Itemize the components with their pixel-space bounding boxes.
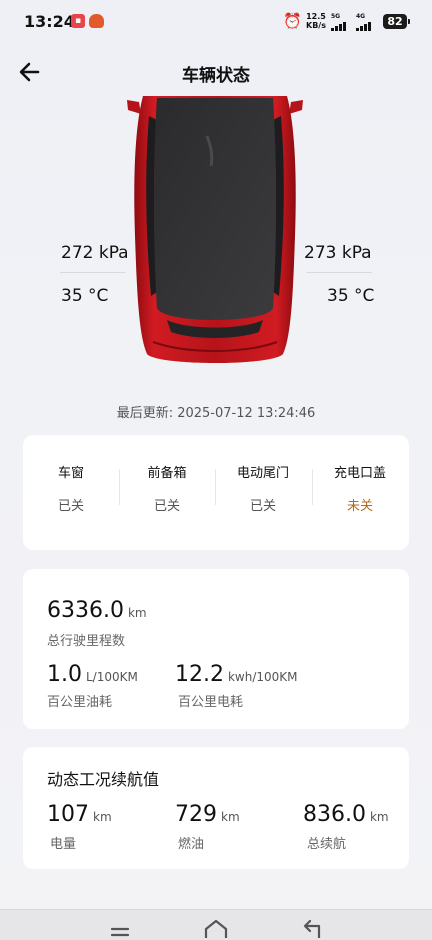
- tire-right-divider: [306, 272, 372, 273]
- energy-consumption-value: 12.2: [175, 662, 224, 687]
- return-button[interactable]: [294, 916, 330, 940]
- odometer-value: 6336.0: [47, 598, 124, 623]
- tire-left-temperature: 35 °C: [61, 286, 109, 306]
- energy-consumption-unit: kwh/100KM: [227, 670, 298, 684]
- odometer-label: 总行驶里程数: [47, 634, 126, 649]
- status-value: 已关: [153, 499, 180, 514]
- range-electric-value: 107: [47, 802, 89, 827]
- fuel-consumption-value: 1.0: [47, 662, 82, 687]
- energy-consumption-reading: 12.2 kwh/100KM: [175, 662, 298, 687]
- range-total-reading: 836.0 km: [303, 802, 389, 827]
- alarm-icon: ⏰: [283, 12, 302, 30]
- closure-status-card: 车窗 已关 前备箱 已关 电动尾门 已关 充电口盖 未关: [23, 435, 409, 550]
- range-total-value: 836.0: [303, 802, 366, 827]
- status-name: 电动尾门: [236, 466, 289, 481]
- menu-icon: [110, 927, 130, 937]
- mileage-card: 6336.0 km 总行驶里程数 1.0 L/100KM 百公里油耗 12.2 kwh…: [23, 569, 409, 729]
- car-top-view: [127, 96, 303, 368]
- status-tailgate: 电动尾门 已关: [215, 462, 311, 514]
- notification-app-icon-2: [89, 14, 104, 28]
- last-update-time: 最后更新: 2025-07-12 13:24:46: [116, 406, 316, 421]
- signal-5g-label: 5G: [331, 13, 341, 20]
- battery-icon: 82: [383, 14, 410, 29]
- status-charge-port: 充电口盖 未关: [312, 462, 408, 514]
- status-name: 充电口盖: [333, 466, 386, 481]
- range-title: 动态工况续航值: [47, 770, 160, 789]
- range-card: 动态工况续航值 107 km 电量 729 km 燃油 836.0 km 总续航: [23, 747, 409, 869]
- fuel-consumption-unit: L/100KM: [86, 670, 138, 684]
- range-fuel-label: 燃油: [178, 837, 205, 852]
- energy-consumption-label: 百公里电耗: [178, 695, 244, 710]
- page-title: 车辆状态: [182, 66, 250, 86]
- network-speed-value: 12.5: [306, 12, 326, 21]
- tire-left-divider: [60, 272, 126, 273]
- range-electric-unit: km: [93, 810, 112, 824]
- tire-left-pressure: 272 kPa: [61, 243, 129, 263]
- status-frunk: 前备箱 已关: [119, 462, 215, 514]
- status-bar: 13:24 ▪ ⏰ 12.5 KB/s 5G 4G 82: [0, 0, 432, 44]
- tire-right-temperature: 35 °C: [327, 286, 375, 306]
- notification-app-icon: ▪: [71, 14, 85, 28]
- network-speed-unit: KB/s: [306, 21, 326, 30]
- system-navigation-bar: [0, 909, 432, 940]
- status-time: 13:24: [24, 12, 75, 31]
- range-fuel-unit: km: [221, 810, 240, 824]
- status-value: 已关: [249, 499, 276, 514]
- range-fuel-reading: 729 km: [175, 802, 240, 827]
- range-total-unit: km: [369, 810, 389, 824]
- signal-5g-icon: 5G: [331, 13, 346, 31]
- odometer-reading: 6336.0 km: [47, 598, 147, 623]
- tire-right-pressure: 273 kPa: [304, 243, 372, 263]
- home-icon: [204, 919, 228, 938]
- fuel-consumption-reading: 1.0 L/100KM: [47, 662, 138, 687]
- range-electric-reading: 107 km: [47, 802, 112, 827]
- fuel-consumption-label: 百公里油耗: [47, 695, 113, 710]
- network-speed: 12.5 KB/s: [306, 12, 326, 30]
- range-total-label: 总续航: [307, 837, 347, 852]
- status-name: 车窗: [57, 466, 84, 481]
- car-image: [127, 96, 303, 363]
- return-icon: [303, 919, 321, 940]
- status-window: 车窗 已关: [23, 462, 119, 514]
- status-value-open: 未关: [346, 499, 373, 514]
- signal-4g-label: 4G: [356, 13, 366, 20]
- signal-4g-icon: 4G: [356, 13, 371, 31]
- range-fuel-value: 729: [175, 802, 217, 827]
- status-value: 已关: [57, 499, 84, 514]
- home-button[interactable]: [198, 916, 234, 938]
- range-electric-label: 电量: [50, 837, 77, 852]
- menu-button[interactable]: [102, 916, 138, 938]
- battery-level: 82: [387, 15, 403, 28]
- status-name: 前备箱: [147, 466, 187, 481]
- odometer-unit: km: [127, 606, 147, 620]
